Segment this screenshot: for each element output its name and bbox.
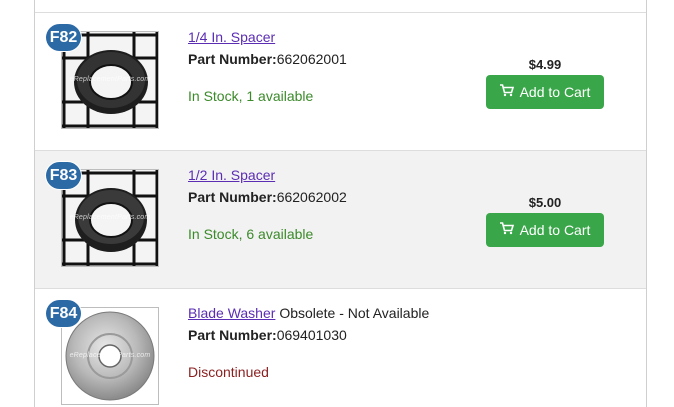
product-link[interactable]: Blade Washer [188,305,275,321]
product-title: Blade Washer Obsolete - Not Available [188,305,429,321]
product-row: eReplacementParts.com F84 Blade Washer O… [35,289,646,407]
item-badge: F84 [46,300,81,327]
product-row: eReplacementParts.com F82 1/4 In. Spacer… [35,13,646,151]
price: $4.99 [528,57,562,72]
part-number: Part Number:662062001 [188,51,347,67]
product-title: 1/2 In. Spacer [188,167,275,183]
image-watermark: eReplacementParts.com [69,214,151,221]
image-watermark: eReplacementParts.com [69,76,151,83]
image-watermark: eReplacementParts.com [69,352,151,359]
part-number: Part Number:662062002 [188,189,347,205]
add-to-cart-button[interactable]: Add to Cart [486,75,604,109]
shopping-cart-icon [499,75,514,109]
item-badge: F82 [46,24,81,51]
stock-status: In Stock, 1 available [188,88,314,104]
part-number-label: Part Number: [188,51,277,67]
product-title: 1/4 In. Spacer [188,29,275,45]
shopping-cart-icon [499,213,514,247]
add-to-cart-label: Add to Cart [519,222,591,238]
product-link[interactable]: 1/2 In. Spacer [188,167,275,183]
stock-status: In Stock, 6 available [188,226,314,242]
add-to-cart-button[interactable]: Add to Cart [486,213,604,247]
part-number-value: 662062002 [276,189,347,205]
product-link[interactable]: 1/4 In. Spacer [188,29,275,45]
part-number-value: 069401030 [276,327,347,343]
stock-status: Discontinued [188,364,269,380]
price: $5.00 [528,195,562,210]
part-number-label: Part Number: [188,189,277,205]
part-number: Part Number:069401030 [188,327,347,343]
item-badge: F83 [46,162,81,189]
part-number-label: Part Number: [188,327,277,343]
add-to-cart-label: Add to Cart [519,84,591,100]
availability-note: Obsolete - Not Available [279,305,430,321]
product-row: eReplacementParts.com F83 1/2 In. Spacer… [35,151,646,289]
part-number-value: 662062001 [276,51,347,67]
